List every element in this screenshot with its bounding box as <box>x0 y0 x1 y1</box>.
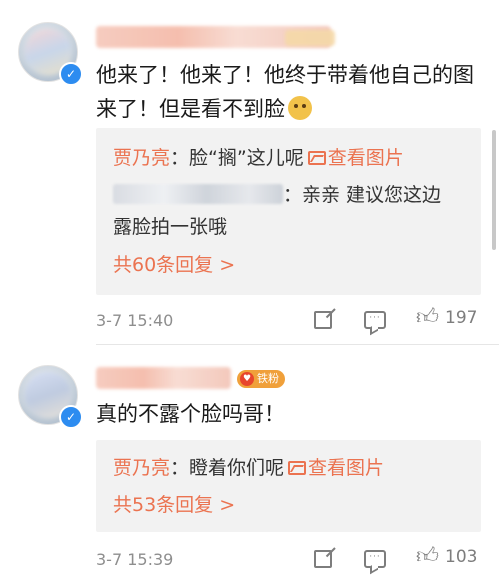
reply-text: ：亲亲 建议您这边 <box>283 184 442 206</box>
comment-button[interactable]: ··· <box>364 550 386 568</box>
replies-box[interactable]: 贾乃亮：瞪着你们呢 查看图片 共53条回复 > <box>96 440 481 532</box>
thumbs-up-icon: 👍︎ <box>416 544 439 569</box>
reply-line: 贾乃亮：瞪着你们呢 查看图片 <box>113 455 384 481</box>
verified-icon: ✓ <box>59 405 83 429</box>
view-image-link[interactable]: 查看图片 <box>308 457 384 479</box>
reply-author[interactable]: 贾乃亮 <box>113 147 170 169</box>
comment-button[interactable]: ··· <box>364 311 386 329</box>
comment-icon: ··· <box>364 550 386 568</box>
more-replies-link[interactable]: 共53条回复 > <box>113 492 235 518</box>
reply-line: 贾乃亮：脸“搁”这儿呢 查看图片 <box>113 145 404 171</box>
view-image-link[interactable]: 查看图片 <box>328 147 404 169</box>
like-count: 197 <box>445 308 478 328</box>
reply-text: 露脸拍一张哦 <box>113 216 228 238</box>
doge-emoji <box>288 96 312 120</box>
comment-item: ✓ ♥ 铁粉 真的不露个脸吗哥！ 贾乃亮：瞪着你们呢 查看图片 共53条回复 > 3… <box>0 345 499 583</box>
username-blurred[interactable] <box>96 367 231 389</box>
like-button[interactable]: 👍︎ 103 <box>416 546 477 568</box>
more-replies-link[interactable]: 共60条回复 > <box>113 252 235 278</box>
like-button[interactable]: 👍︎ 197 <box>416 307 477 329</box>
comment-text: 他来了！他来了！他终于带着他自己的图来了！但是看不到脸 <box>96 63 474 121</box>
replies-box[interactable]: 贾乃亮：脸“搁”这儿呢 查看图片 ：亲亲 建议您这边 露脸拍一张哦 共60条回复 … <box>96 128 481 295</box>
reply-author-blurred[interactable] <box>113 184 283 204</box>
fan-badge: ♥ 铁粉 <box>237 370 285 388</box>
image-icon[interactable] <box>288 461 307 475</box>
share-button[interactable] <box>314 311 332 329</box>
reply-line-continued: 露脸拍一张哦 <box>113 214 227 240</box>
timestamp: 3-7 15:40 <box>96 311 174 330</box>
reply-author[interactable]: 贾乃亮 <box>113 457 170 479</box>
share-icon <box>314 550 332 568</box>
reply-text: ：瞪着你们呢 <box>170 457 285 479</box>
reply-text: ：脸“搁”这儿呢 <box>170 147 304 169</box>
comment-text: 真的不露个脸吗哥！ <box>96 402 285 426</box>
comment-item: ✓ 他来了！他来了！他终于带着他自己的图来了！但是看不到脸 贾乃亮：脸“搁”这儿… <box>0 0 499 345</box>
thumbs-up-icon: 👍︎ <box>416 305 439 330</box>
comment-icon: ··· <box>364 311 386 329</box>
like-count: 103 <box>445 547 478 567</box>
share-icon <box>314 311 332 329</box>
timestamp: 3-7 15:39 <box>96 550 174 569</box>
image-icon[interactable] <box>307 151 326 165</box>
username-blurred-suffix <box>285 30 335 46</box>
verified-icon: ✓ <box>59 62 83 86</box>
reply-line: ：亲亲 建议您这边 <box>113 182 441 208</box>
share-button[interactable] <box>314 550 332 568</box>
scrollbar[interactable] <box>492 130 496 250</box>
fan-icon: ♥ <box>240 372 254 386</box>
